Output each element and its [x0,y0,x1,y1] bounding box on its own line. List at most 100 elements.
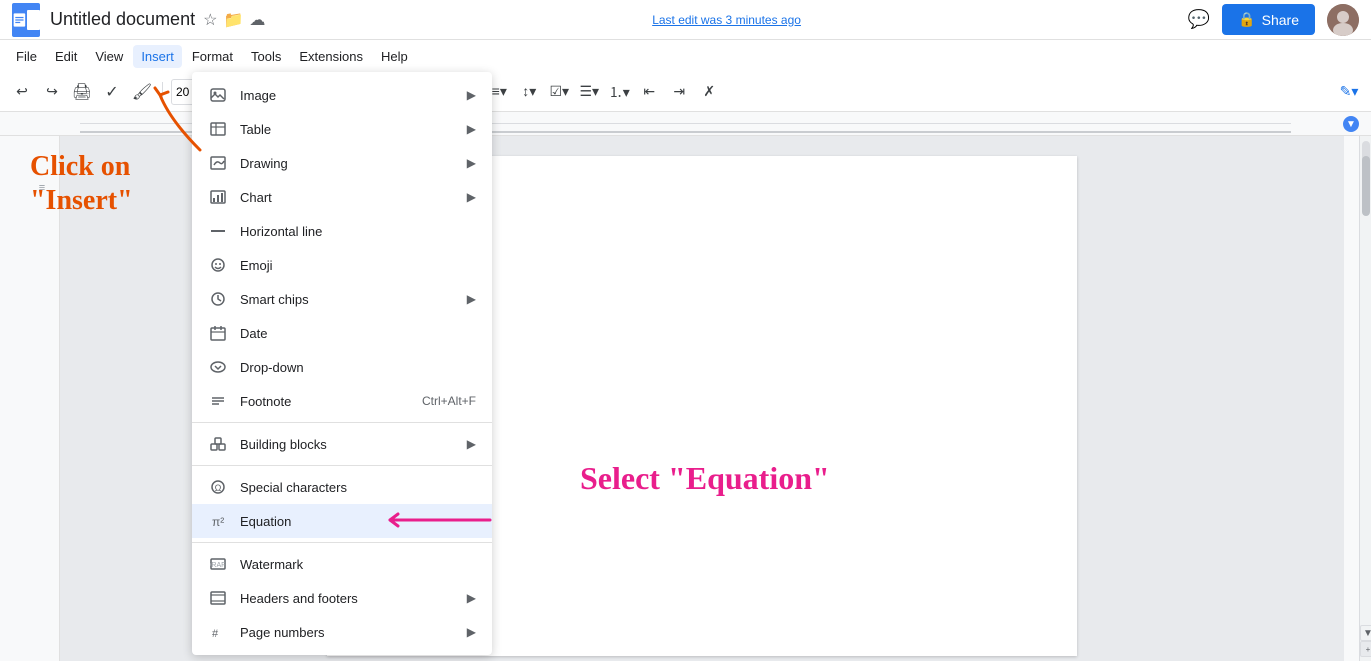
undo-button[interactable]: ↩ [8,78,36,106]
menu-item-buildingblocks[interactable]: Building blocks ▶ [192,427,492,461]
voice-button[interactable]: ✎▾ [1335,78,1363,106]
emoji-icon [208,255,228,275]
menu-item-date[interactable]: Date [192,316,492,350]
pagenumbers-label: Page numbers [240,625,455,640]
menu-item-footnote[interactable]: Footnote Ctrl+Alt+F [192,384,492,418]
smartchips-icon [208,289,228,309]
pagenumbers-icon: # [208,622,228,642]
clear-format-button[interactable]: ✗ [695,78,723,106]
footnote-icon [208,391,228,411]
menu-insert[interactable]: Insert [133,45,182,68]
menu-item-equation[interactable]: π² Equation [192,504,492,538]
equation-icon: π² [208,511,228,531]
menu-format[interactable]: Format [184,45,241,68]
right-gutter [1344,136,1359,661]
lock-icon: 🔒 [1238,11,1255,28]
menu-item-specialchars[interactable]: Ω Special characters [192,470,492,504]
last-edit-text: Last edit was 3 minutes ago [652,13,801,27]
table-icon [208,119,228,139]
equation-label: Equation [240,514,476,529]
cloud-icon[interactable]: ☁ [249,10,265,30]
hline-icon [208,221,228,241]
menu-extensions[interactable]: Extensions [291,45,371,68]
headersfooters-icon [208,588,228,608]
date-label: Date [240,326,476,341]
image-icon [208,85,228,105]
dropdown-label: Drop-down [240,360,476,375]
decrease-indent-button[interactable]: ⇤ [635,78,663,106]
headersfooters-label: Headers and footers [240,591,455,606]
menu-edit[interactable]: Edit [47,45,85,68]
scrollbar-thumb[interactable] [1362,156,1370,216]
numberedlist-button[interactable]: ⒈▾ [605,78,633,106]
menu-item-emoji[interactable]: Emoji [192,248,492,282]
menu-item-chart[interactable]: Chart ▶ [192,180,492,214]
ruler-marker-icon: ▼ [1346,119,1356,130]
image-arrow: ▶ [467,88,476,102]
menu-item-smartchips[interactable]: Smart chips ▶ [192,282,492,316]
comments-icon[interactable]: 💬 [1188,9,1210,30]
line-markers: ≡ [0,136,60,656]
menu-item-headersfooters[interactable]: Headers and footers ▶ [192,581,492,615]
chart-icon [208,187,228,207]
menu-view[interactable]: View [87,45,131,68]
menu-item-dropdown[interactable]: Drop-down [192,350,492,384]
emoji-label: Emoji [240,258,476,273]
title-bar: Untitled document ☆ 📁 ☁ Last edit was 3 … [0,0,1371,40]
svg-text:Ω: Ω [215,483,222,493]
footnote-shortcut: Ctrl+Alt+F [422,394,476,408]
menu-item-pagenumbers[interactable]: # Page numbers ▶ [192,615,492,649]
checklist-button[interactable]: ☑▾ [545,78,573,106]
footnote-label: Footnote [240,394,410,409]
lineheight-button[interactable]: ↕▾ [515,78,543,106]
specialchars-icon: Ω [208,477,228,497]
menu-tools[interactable]: Tools [243,45,289,68]
separator-1 [192,422,492,423]
left-sidebar: ≡ [0,136,60,661]
top-right-controls: 💬 🔒 Share [1188,4,1359,36]
share-button[interactable]: 🔒 Share [1222,4,1315,35]
corner-icon: + [1366,645,1371,654]
user-avatar[interactable] [1327,4,1359,36]
hline-label: Horizontal line [240,224,476,239]
chart-arrow: ▶ [467,190,476,204]
increase-indent-button[interactable]: ⇥ [665,78,693,106]
document-title[interactable]: Untitled document [50,9,195,30]
insert-dropdown-menu: Image ▶ Table ▶ Drawing ▶ Chart ▶ Horizo… [192,72,492,655]
watermark-icon: DRAFT [208,554,228,574]
redo-button[interactable]: ↪ [38,78,66,106]
table-arrow: ▶ [467,122,476,136]
bulletlist-button[interactable]: ☰▾ [575,78,603,106]
buildingblocks-label: Building blocks [240,437,455,452]
menu-item-watermark[interactable]: DRAFT Watermark [192,547,492,581]
toolbar-divider-1 [162,82,163,102]
spellcheck-button[interactable]: ✓ [98,78,126,106]
menu-help[interactable]: Help [373,45,416,68]
menu-item-table[interactable]: Table ▶ [192,112,492,146]
scrollbar-down-btn[interactable]: ▼ [1360,625,1371,641]
pagenumbers-arrow: ▶ [467,625,476,639]
smartchips-label: Smart chips [240,292,455,307]
date-icon [208,323,228,343]
svg-text:≡: ≡ [39,182,45,194]
vertical-scrollbar[interactable]: ▼ + [1359,136,1371,661]
watermark-label: Watermark [240,557,476,572]
menu-item-drawing[interactable]: Drawing ▶ [192,146,492,180]
print-button[interactable]: 🖨 [68,78,96,106]
folder-icon[interactable]: 📁 [223,10,243,30]
separator-3 [192,542,492,543]
star-icon[interactable]: ☆ [203,10,217,30]
drawing-label: Drawing [240,156,455,171]
chart-label: Chart [240,190,455,205]
menu-item-hline[interactable]: Horizontal line [192,214,492,248]
dropdown-icon [208,357,228,377]
menu-item-image[interactable]: Image ▶ [192,78,492,112]
separator-2 [192,465,492,466]
menu-file[interactable]: File [8,45,45,68]
image-label: Image [240,88,455,103]
paintformat-button[interactable]: 🖌 [128,78,156,106]
headersfooters-arrow: ▶ [467,591,476,605]
doc-icon [12,3,40,37]
title-icons: ☆ 📁 ☁ [203,10,265,30]
scrollbar-corner[interactable]: + [1360,641,1371,657]
